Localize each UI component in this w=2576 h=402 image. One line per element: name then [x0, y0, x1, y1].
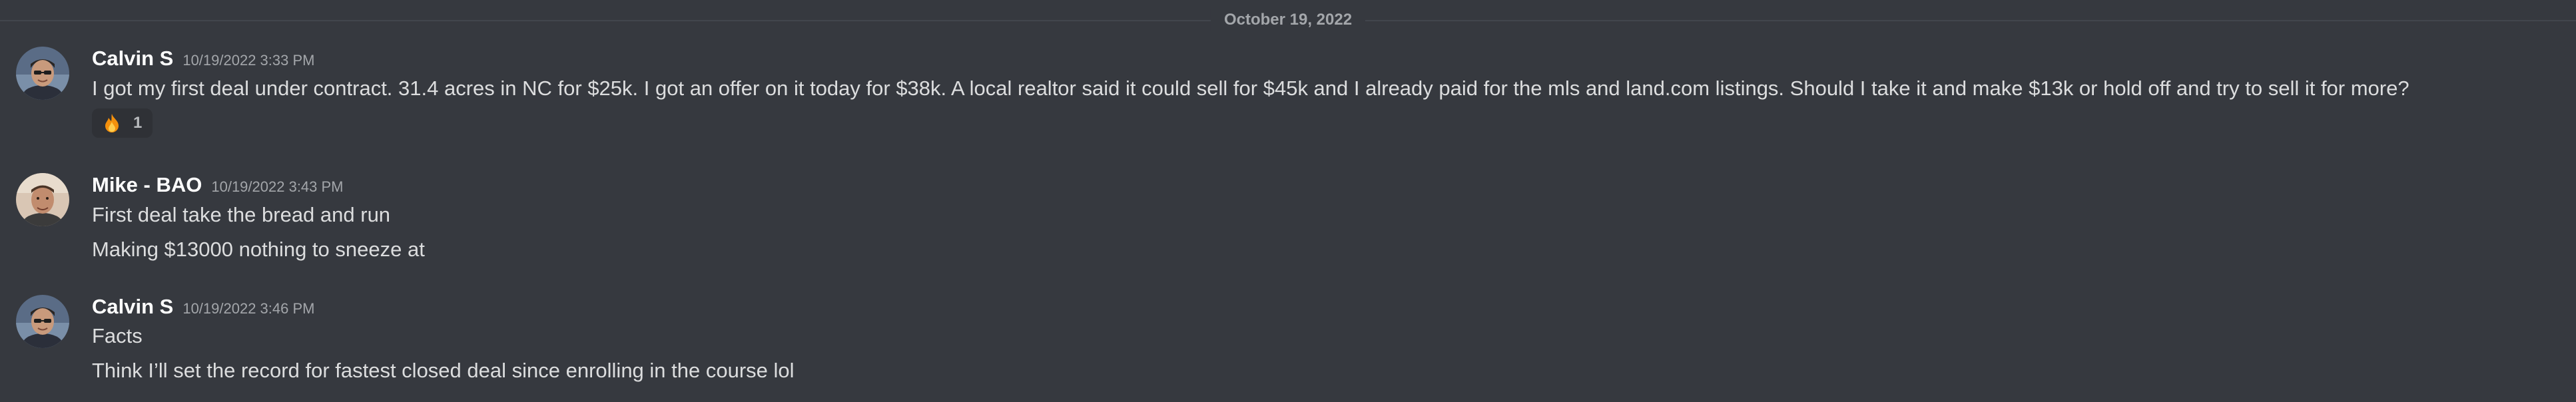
fire-emoji-icon [101, 112, 123, 134]
reaction-count: 1 [133, 114, 143, 132]
message-text: I got my first deal under contract. 31.4… [92, 77, 2410, 100]
author-name[interactable]: Calvin S [92, 47, 173, 70]
message-timestamp: 10/19/2022 3:46 PM [182, 300, 315, 317]
message-header: Calvin S 10/19/2022 3:46 PM [92, 294, 314, 324]
avatar-calvin-icon [16, 47, 69, 100]
message-header: Mike - BAO 10/19/2022 3:43 PM [92, 172, 344, 202]
avatar-calvin-icon [16, 295, 69, 348]
avatar[interactable] [16, 47, 69, 100]
message-text: Making $13000 nothing to sneeze at [92, 238, 425, 261]
avatar[interactable] [16, 295, 69, 348]
author-name[interactable]: Calvin S [92, 295, 173, 318]
message-timestamp: 10/19/2022 3:33 PM [182, 52, 315, 69]
message-text: Think I’ll set the record for fastest cl… [92, 359, 795, 382]
author-name[interactable]: Mike - BAO [92, 173, 202, 196]
avatar[interactable] [16, 173, 69, 226]
message-text: Facts [92, 324, 143, 347]
avatar-mike-icon [16, 173, 69, 226]
message-header: Calvin S 10/19/2022 3:33 PM [92, 45, 314, 76]
reaction-button[interactable]: 1 [92, 108, 153, 138]
message-text: First deal take the bread and run [92, 203, 391, 226]
message-timestamp: 10/19/2022 3:43 PM [211, 178, 344, 195]
date-divider-label: October 19, 2022 [1210, 9, 1366, 31]
